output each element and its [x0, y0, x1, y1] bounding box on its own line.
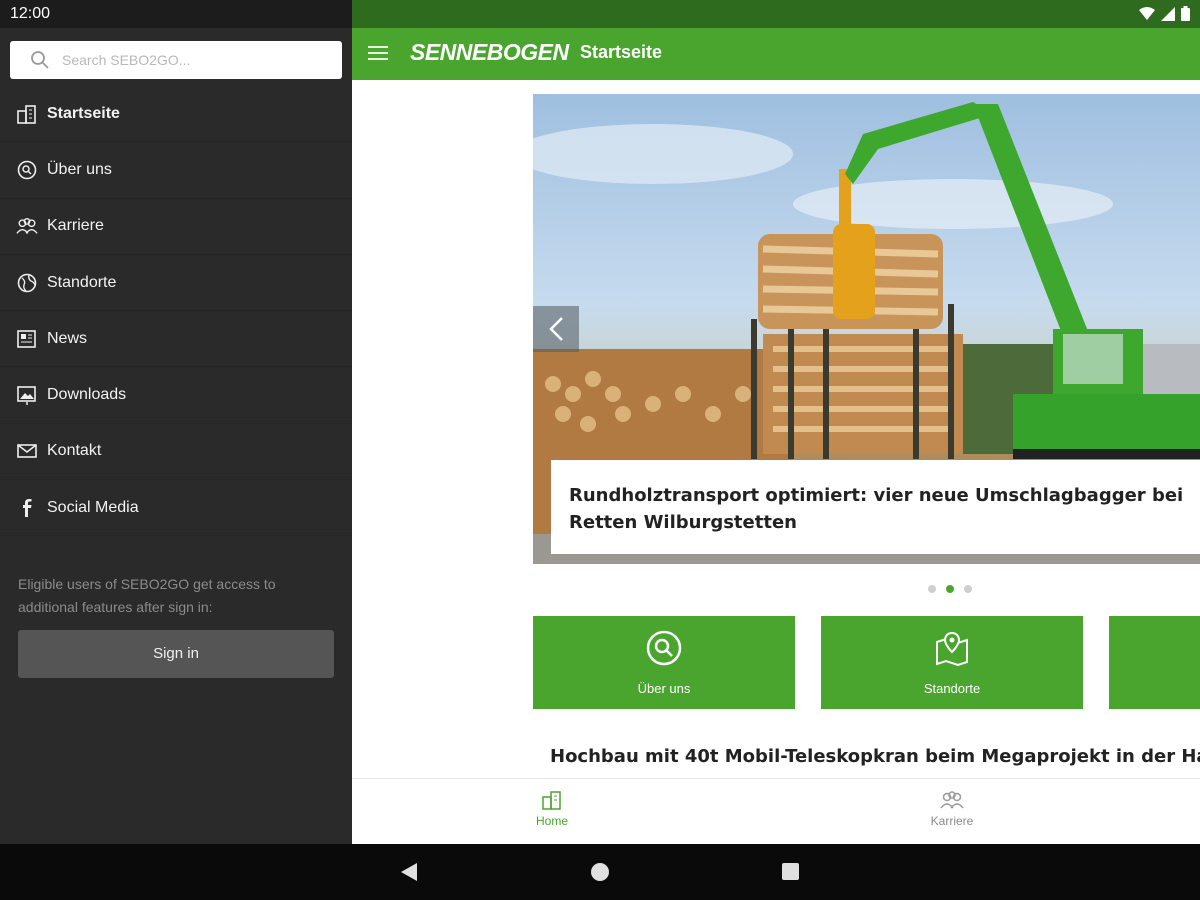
brand-logo[interactable]: SENNEBOGEN: [410, 39, 569, 66]
hero-caption-text: Rundholztransport optimiert: vier neue U…: [569, 485, 1184, 533]
facebook-icon: [23, 498, 32, 517]
people-group-icon: [940, 791, 964, 809]
drawer-item-label: Startseite: [47, 104, 120, 122]
system-navigation-bar: [0, 844, 1200, 900]
recent-apps-icon[interactable]: [782, 863, 799, 880]
drawer-item-standorte[interactable]: Standorte: [0, 255, 352, 312]
carousel-dot[interactable]: [964, 585, 972, 593]
search-circle-icon: [646, 630, 682, 666]
sign-in-button[interactable]: Sign in: [18, 630, 334, 678]
drawer-item-label: Kontakt: [47, 442, 102, 460]
drawer-item-label: Social Media: [47, 498, 139, 516]
signal-icon: [1161, 6, 1175, 21]
search-box[interactable]: Search SEBO2GO...: [10, 41, 342, 79]
drawer-item-startseite[interactable]: Startseite: [0, 86, 352, 143]
drawer-item-kontakt[interactable]: Kontakt: [0, 424, 352, 481]
home-building-icon: [542, 791, 561, 810]
people-group-icon: [16, 218, 38, 235]
news-card-title: Hochbau mit 40t Mobil-Teleskopkran beim …: [550, 746, 1200, 767]
status-bar: 12:00: [0, 0, 1200, 28]
drawer-item-karriere[interactable]: Karriere: [0, 199, 352, 255]
menu-icon: [368, 46, 388, 48]
bottom-nav-label: Karriere: [930, 814, 974, 828]
app-bar: SENNEBOGEN Startseite: [352, 28, 1200, 80]
drawer-item-label: Karriere: [47, 217, 104, 235]
battery-icon: [1181, 6, 1190, 21]
drawer-item-social-media[interactable]: Social Media: [0, 480, 352, 537]
compass-icon: [17, 160, 37, 180]
search-placeholder: Search SEBO2GO...: [62, 52, 191, 68]
status-bar-right: [352, 0, 1200, 28]
carousel-indicator: [928, 585, 972, 593]
tile-label: Standorte: [923, 681, 981, 696]
tile-ueber-uns[interactable]: Über uns: [533, 616, 795, 709]
hero-caption[interactable]: Rundholztransport optimiert: vier neue U…: [551, 460, 1200, 554]
bottom-navigation: Home Karriere: [352, 778, 1200, 844]
hero-carousel[interactable]: Rundholztransport optimiert: vier neue U…: [533, 94, 1200, 564]
drawer-item-news[interactable]: News: [0, 311, 352, 368]
carousel-dot-active[interactable]: [946, 585, 954, 593]
home-icon[interactable]: [591, 863, 609, 881]
status-bar-left: 12:00: [0, 0, 352, 28]
drawer-menu: Startseite Über uns Karriere Standorte N…: [0, 86, 352, 537]
map-pin-icon: [936, 631, 968, 666]
news-card[interactable]: Hochbau mit 40t Mobil-Teleskopkran beim …: [533, 726, 1200, 778]
page-title: Startseite: [580, 42, 663, 62]
main-content[interactable]: Rundholztransport optimiert: vier neue U…: [352, 80, 1200, 778]
status-clock: 12:00: [10, 5, 51, 22]
drawer-item-label: Standorte: [47, 273, 117, 291]
bottom-nav-home[interactable]: Home: [512, 789, 592, 828]
globe-icon: [17, 273, 37, 292]
back-icon[interactable]: [400, 862, 418, 882]
drawer-item-label: News: [47, 329, 88, 347]
bottom-nav-label: Home: [535, 814, 568, 828]
tile-label: Über uns: [637, 681, 691, 696]
chevron-left-icon: [549, 317, 563, 341]
drawer-item-ueber-uns[interactable]: Über uns: [0, 142, 352, 199]
signin-hint: Eligible users of SEBO2GO get access to …: [18, 576, 276, 615]
mail-icon: [17, 444, 37, 459]
navigation-drawer: Search SEBO2GO... Startseite Über uns Ka…: [0, 28, 352, 844]
tile-partial[interactable]: [1109, 616, 1200, 709]
carousel-dot[interactable]: [928, 585, 936, 593]
search-icon: [31, 51, 49, 69]
drawer-item-label: Downloads: [47, 386, 127, 404]
image-download-icon: [17, 386, 36, 406]
system-icons: [1139, 6, 1190, 21]
newspaper-icon: [17, 330, 36, 348]
home-building-icon: [17, 104, 36, 124]
tile-standorte[interactable]: Standorte: [821, 616, 1083, 709]
drawer-item-label: Über uns: [47, 160, 112, 178]
wifi-icon: [1139, 6, 1155, 20]
menu-button[interactable]: [366, 42, 390, 66]
drawer-item-downloads[interactable]: Downloads: [0, 367, 352, 424]
carousel-prev-button[interactable]: [533, 306, 579, 352]
bottom-nav-karriere[interactable]: Karriere: [912, 789, 992, 828]
